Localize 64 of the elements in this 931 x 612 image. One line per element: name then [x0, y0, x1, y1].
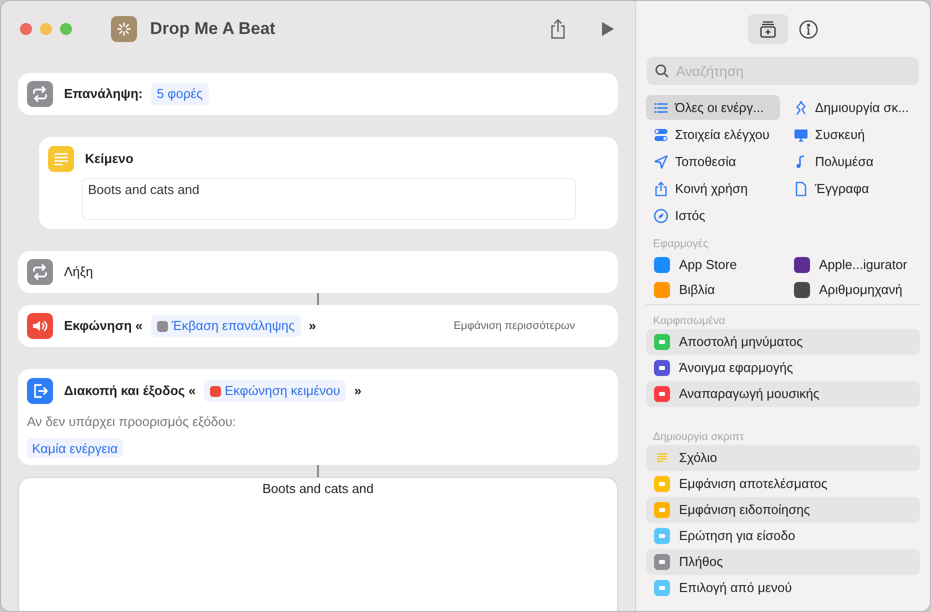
monitor-icon — [793, 126, 809, 142]
app-item[interactable]: Αριθμομηχανή — [786, 277, 920, 302]
action-library-button[interactable] — [748, 14, 788, 44]
action-card[interactable]: Επανάληψη: 5 φορές — [18, 73, 618, 115]
category-item[interactable]: Τοποθεσία — [646, 149, 780, 174]
action-card[interactable]: Εκφώνηση « Έκβαση επανάληψης » Εμφάνιση περισσότερων — [18, 305, 618, 347]
category-item[interactable]: Πολυμέσα — [786, 149, 920, 174]
app-item[interactable]: App Store — [646, 252, 780, 277]
toggles-icon — [653, 126, 669, 142]
category-item[interactable]: Δημιουργία σκ... — [786, 95, 920, 120]
result-text: Boots and cats and — [262, 480, 374, 498]
option-button[interactable]: Καμία ενέργεια — [27, 438, 123, 458]
info-button[interactable] — [798, 19, 818, 39]
document-icon — [793, 180, 809, 196]
field-label: Αν δεν υπάρχει προορισμός εξόδου: — [27, 413, 238, 431]
shortcut-icon — [111, 16, 137, 42]
action-item[interactable]: Εμφάνιση ειδοποίησης — [646, 497, 920, 523]
action-title: Λήξη — [64, 263, 93, 282]
search-icon — [655, 64, 669, 78]
quote-mark: » — [354, 382, 362, 400]
category-item[interactable]: Έγγραφα — [786, 176, 920, 201]
category-item[interactable]: Όλες οι ενέργ... — [646, 95, 780, 120]
action-card[interactable]: Διακοπή και έξοδος « Εκφώνηση κειμένου » Αν δεν υπάρχει προορισμός εξόδου: Καμία ενέργεια — [18, 369, 618, 465]
section-header: Εφαρμογές — [653, 237, 710, 252]
app-item[interactable]: Apple...igurator — [786, 252, 920, 277]
window-title: Drop Me A Beat — [150, 18, 276, 40]
action-title: Επανάληψη: — [64, 85, 143, 104]
window-control-button[interactable] — [20, 23, 32, 35]
play-icon — [601, 21, 615, 37]
exit-icon — [27, 378, 53, 404]
action-item[interactable]: Άνοιγμα εφαρμογής — [646, 355, 920, 381]
add-to-stack-icon — [759, 20, 777, 38]
action-title: Κείμενο — [85, 150, 134, 168]
action-item[interactable]: Ερώτηση για είσοδο — [646, 523, 920, 549]
section-header: Δημιουργία σκριπτ — [653, 430, 745, 445]
action-title: Εκφώνηση « — [64, 317, 143, 336]
section-header: Καρφιτσωμένα — [653, 314, 726, 329]
share-icon — [653, 180, 669, 196]
category-item[interactable]: Συσκευή — [786, 122, 920, 147]
text-field[interactable]: Boots and cats and — [82, 178, 576, 220]
action-item[interactable]: Πλήθος — [646, 549, 920, 575]
variable-token[interactable]: Έκβαση επανάληψης — [150, 315, 301, 337]
action-card[interactable]: Λήξη — [18, 251, 618, 293]
action-item[interactable]: Αναπαραγωγή μουσικής — [646, 381, 920, 407]
variable-token[interactable]: 5 φορές — [150, 83, 209, 105]
action-title: Διακοπή και έξοδος « — [64, 382, 196, 400]
action-card[interactable]: Κείμενο Boots and cats and — [39, 137, 618, 229]
compass-icon — [653, 208, 669, 224]
play-button[interactable] — [600, 20, 616, 38]
category-item[interactable]: Κοινή χρήση — [646, 176, 780, 201]
action-item[interactable]: Επιλογή από μενού — [646, 575, 920, 601]
app-item[interactable]: Βιβλία — [646, 277, 780, 302]
text-lines-icon — [48, 146, 74, 172]
action-item[interactable]: Αποστολή μηνύματος — [646, 329, 920, 355]
show-more-button[interactable]: Εμφάνιση περισσότερων — [454, 318, 575, 334]
info-icon — [798, 20, 818, 38]
variable-token[interactable]: Εκφώνηση κειμένου — [204, 380, 346, 402]
share-icon — [550, 19, 566, 39]
quote-mark: » — [308, 317, 316, 336]
location-arrow-icon — [653, 154, 669, 170]
action-item[interactable]: Σχόλιο — [646, 445, 920, 471]
category-item[interactable]: Στοιχεία ελέγχου — [646, 122, 780, 147]
category-item[interactable]: Ιστός — [646, 203, 780, 228]
action-item[interactable]: Εμφάνιση αποτελέσματος — [646, 471, 920, 497]
